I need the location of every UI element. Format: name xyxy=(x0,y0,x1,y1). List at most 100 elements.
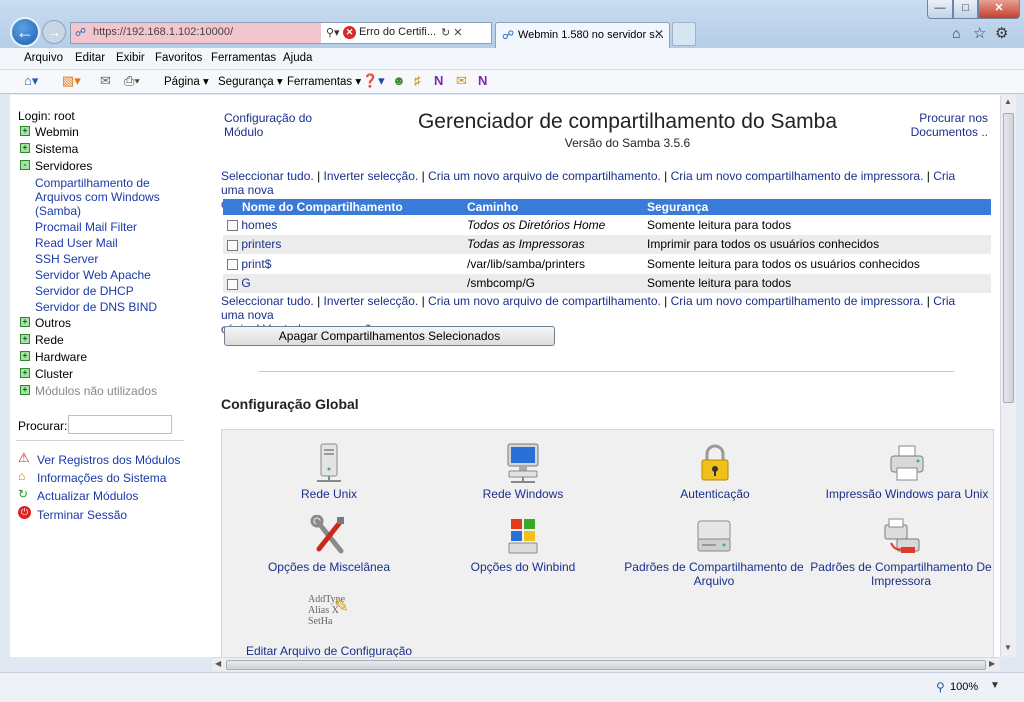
delete-shares-button[interactable]: Apagar Compartilhamentos Selecionados xyxy=(224,326,555,346)
module-apache[interactable]: Servidor Web Apache xyxy=(35,268,151,282)
address-url[interactable]: https://192.168.1.102:10000/ xyxy=(93,26,233,38)
search-icon[interactable]: ⚲▾ xyxy=(326,26,340,39)
address-bar[interactable]: ☍ https://192.168.1.102:10000/ ⚲▾ ✕ Erro… xyxy=(70,22,492,44)
close-tab-icon[interactable]: ✕ xyxy=(654,27,664,41)
computer-icon xyxy=(503,442,543,484)
global-item-windows-network[interactable]: Rede Windows xyxy=(428,442,618,501)
research-icon[interactable]: ♯ xyxy=(414,73,421,88)
global-item-authentication[interactable]: Autenticação xyxy=(620,442,810,501)
new-printer-share-link[interactable]: Cria um novo compartilhamento de impress… xyxy=(671,294,924,308)
global-item-label: Opções de Miscelânea xyxy=(267,560,391,574)
row-checkbox[interactable] xyxy=(227,259,238,271)
global-item-misc-options[interactable]: Opções de Miscelânea xyxy=(234,514,424,574)
new-file-share-link[interactable]: Cria um novo arquivo de compartilhamento… xyxy=(428,169,661,183)
print-icon[interactable]: ⎙▾ xyxy=(124,73,140,89)
tab-webmin[interactable]: ☍ Webmin 1.580 no servidor s... ✕ xyxy=(495,22,670,48)
category-label: Rede xyxy=(35,333,64,347)
module-samba-link[interactable]: Compartilhamento de Arquivos com Windows… xyxy=(35,176,160,218)
module-dns-bind[interactable]: Servidor de DNS BIND xyxy=(35,300,157,314)
zoom-level[interactable]: 100% xyxy=(950,681,978,693)
horizontal-scrollbar[interactable]: ◀ ▶ xyxy=(212,657,1000,671)
refresh-icon[interactable]: ↻ ✕ xyxy=(441,26,463,39)
scroll-right-icon[interactable]: ▶ xyxy=(989,659,995,668)
select-all-link[interactable]: Seleccionar tudo. xyxy=(221,294,314,308)
menu-favoritos[interactable]: Favoritos xyxy=(155,52,202,64)
global-item-windows-unix-printing[interactable]: Impressão Windows para Unix xyxy=(812,442,1000,501)
minimize-button[interactable]: — xyxy=(927,0,953,19)
module-procmail[interactable]: Procmail Mail Filter xyxy=(35,220,137,234)
invert-selection-link[interactable]: Inverter selecção. xyxy=(324,169,419,183)
global-item-unix-network[interactable]: Rede Unix xyxy=(234,442,424,501)
module-ssh-server[interactable]: SSH Server xyxy=(35,252,98,266)
menu-ajuda[interactable]: Ajuda xyxy=(283,52,312,64)
close-window-button[interactable]: ✕ xyxy=(978,0,1020,19)
table-row: homes Todos os Diretórios Home Somente l… xyxy=(223,215,991,235)
messenger-icon[interactable]: ☻ xyxy=(392,73,406,88)
new-tab-button[interactable] xyxy=(672,22,696,46)
share-link[interactable]: print$ xyxy=(241,257,271,271)
module-config-line2: Módulo xyxy=(224,125,264,139)
share-name-cell: homes xyxy=(223,215,463,235)
favorites-star-icon[interactable]: ☆ xyxy=(973,24,986,42)
home-icon[interactable]: ⌂▾ xyxy=(24,73,38,89)
rss-feed-icon[interactable]: ▧▾ xyxy=(62,73,81,89)
module-dhcp[interactable]: Servidor de DHCP xyxy=(35,284,134,298)
global-item-label: Rede Unix xyxy=(300,487,358,501)
security-menu[interactable]: Segurança ▾ xyxy=(218,74,283,88)
zoom-icon[interactable]: ⚲ xyxy=(936,680,945,694)
forward-button[interactable]: → xyxy=(42,20,66,44)
refresh-icon: ↻ xyxy=(18,487,29,501)
help-icon[interactable]: ❓▾ xyxy=(362,73,385,89)
row-checkbox[interactable] xyxy=(227,278,238,290)
collapse-minus-icon: - xyxy=(20,160,30,170)
warning-icon: ⚠ xyxy=(18,450,30,465)
module-config-link[interactable]: Configuração do Módulo xyxy=(224,111,312,139)
row-checkbox[interactable] xyxy=(227,239,238,251)
cert-error-icon[interactable]: ✕ xyxy=(343,26,356,39)
vertical-scroll-thumb[interactable] xyxy=(1003,113,1014,403)
menu-arquivo[interactable]: Arquivo xyxy=(24,52,63,64)
share-path: Todos os Diretórios Home xyxy=(463,215,643,235)
share-link[interactable]: printers xyxy=(241,237,281,251)
back-button[interactable]: ← xyxy=(10,17,40,47)
scroll-down-icon[interactable]: ▼ xyxy=(1004,643,1012,652)
scroll-up-icon[interactable]: ▲ xyxy=(1004,97,1012,106)
scroll-left-icon[interactable]: ◀ xyxy=(215,659,221,668)
invert-selection-link[interactable]: Inverter selecção. xyxy=(324,294,419,308)
new-file-share-link[interactable]: Cria um novo arquivo de compartilhamento… xyxy=(428,294,661,308)
ie-tab-icon: ☍ xyxy=(502,28,515,42)
page-menu[interactable]: Página ▾ xyxy=(164,74,209,88)
search-input[interactable] xyxy=(68,415,172,434)
select-all-link[interactable]: Seleccionar tudo. xyxy=(221,169,314,183)
windows-icon xyxy=(503,515,543,557)
system-info-icon: ⌂ xyxy=(18,469,26,483)
tools-menu[interactable]: Ferramentas ▾ xyxy=(287,74,361,88)
share-link[interactable]: G xyxy=(241,276,250,290)
onenote-send-icon[interactable]: N xyxy=(478,73,487,88)
row-checkbox[interactable] xyxy=(227,220,238,232)
global-item-file-share-defaults[interactable]: Padrões de Compartilhamento de Arquivo xyxy=(616,515,812,588)
onenote-icon[interactable]: N xyxy=(434,73,443,88)
mail-icon[interactable]: ✉ xyxy=(100,73,111,89)
tab-title: Webmin 1.580 no servidor s... xyxy=(518,29,664,41)
vertical-scrollbar[interactable]: ▲ ▼ xyxy=(1000,95,1016,657)
share-link[interactable]: homes xyxy=(241,218,277,232)
menu-editar[interactable]: Editar xyxy=(75,52,105,64)
share-name-cell: G xyxy=(223,273,463,293)
global-item-printer-share-defaults[interactable]: Padrões de Compartilhamento De Impressor… xyxy=(808,515,994,588)
menu-ferramentas[interactable]: Ferramentas xyxy=(211,52,276,64)
maximize-button[interactable]: □ xyxy=(953,0,978,19)
home-icon[interactable]: ⌂ xyxy=(952,25,960,41)
new-printer-share-link[interactable]: Cria um novo compartilhamento de impress… xyxy=(671,169,924,183)
global-item-winbind-options[interactable]: Opções do Winbind xyxy=(428,515,618,574)
send-icon[interactable]: ✉ xyxy=(456,73,467,89)
chevron-down-icon[interactable]: ▼ xyxy=(990,680,1000,691)
gear-icon[interactable]: ⚙ xyxy=(995,24,1008,42)
menu-exibir[interactable]: Exibir xyxy=(116,52,145,64)
module-read-user-mail[interactable]: Read User Mail xyxy=(35,236,118,250)
category-label: Cluster xyxy=(35,367,74,381)
horizontal-scroll-thumb[interactable] xyxy=(226,660,986,670)
search-docs-link[interactable]: Procurar nos Documentos .. xyxy=(890,111,988,139)
cert-error-label[interactable]: Erro do Certifi... xyxy=(359,26,436,38)
global-item-edit-config-file[interactable]: AddType Alias X SetHa ✎ Editar Arquivo d… xyxy=(234,590,424,657)
